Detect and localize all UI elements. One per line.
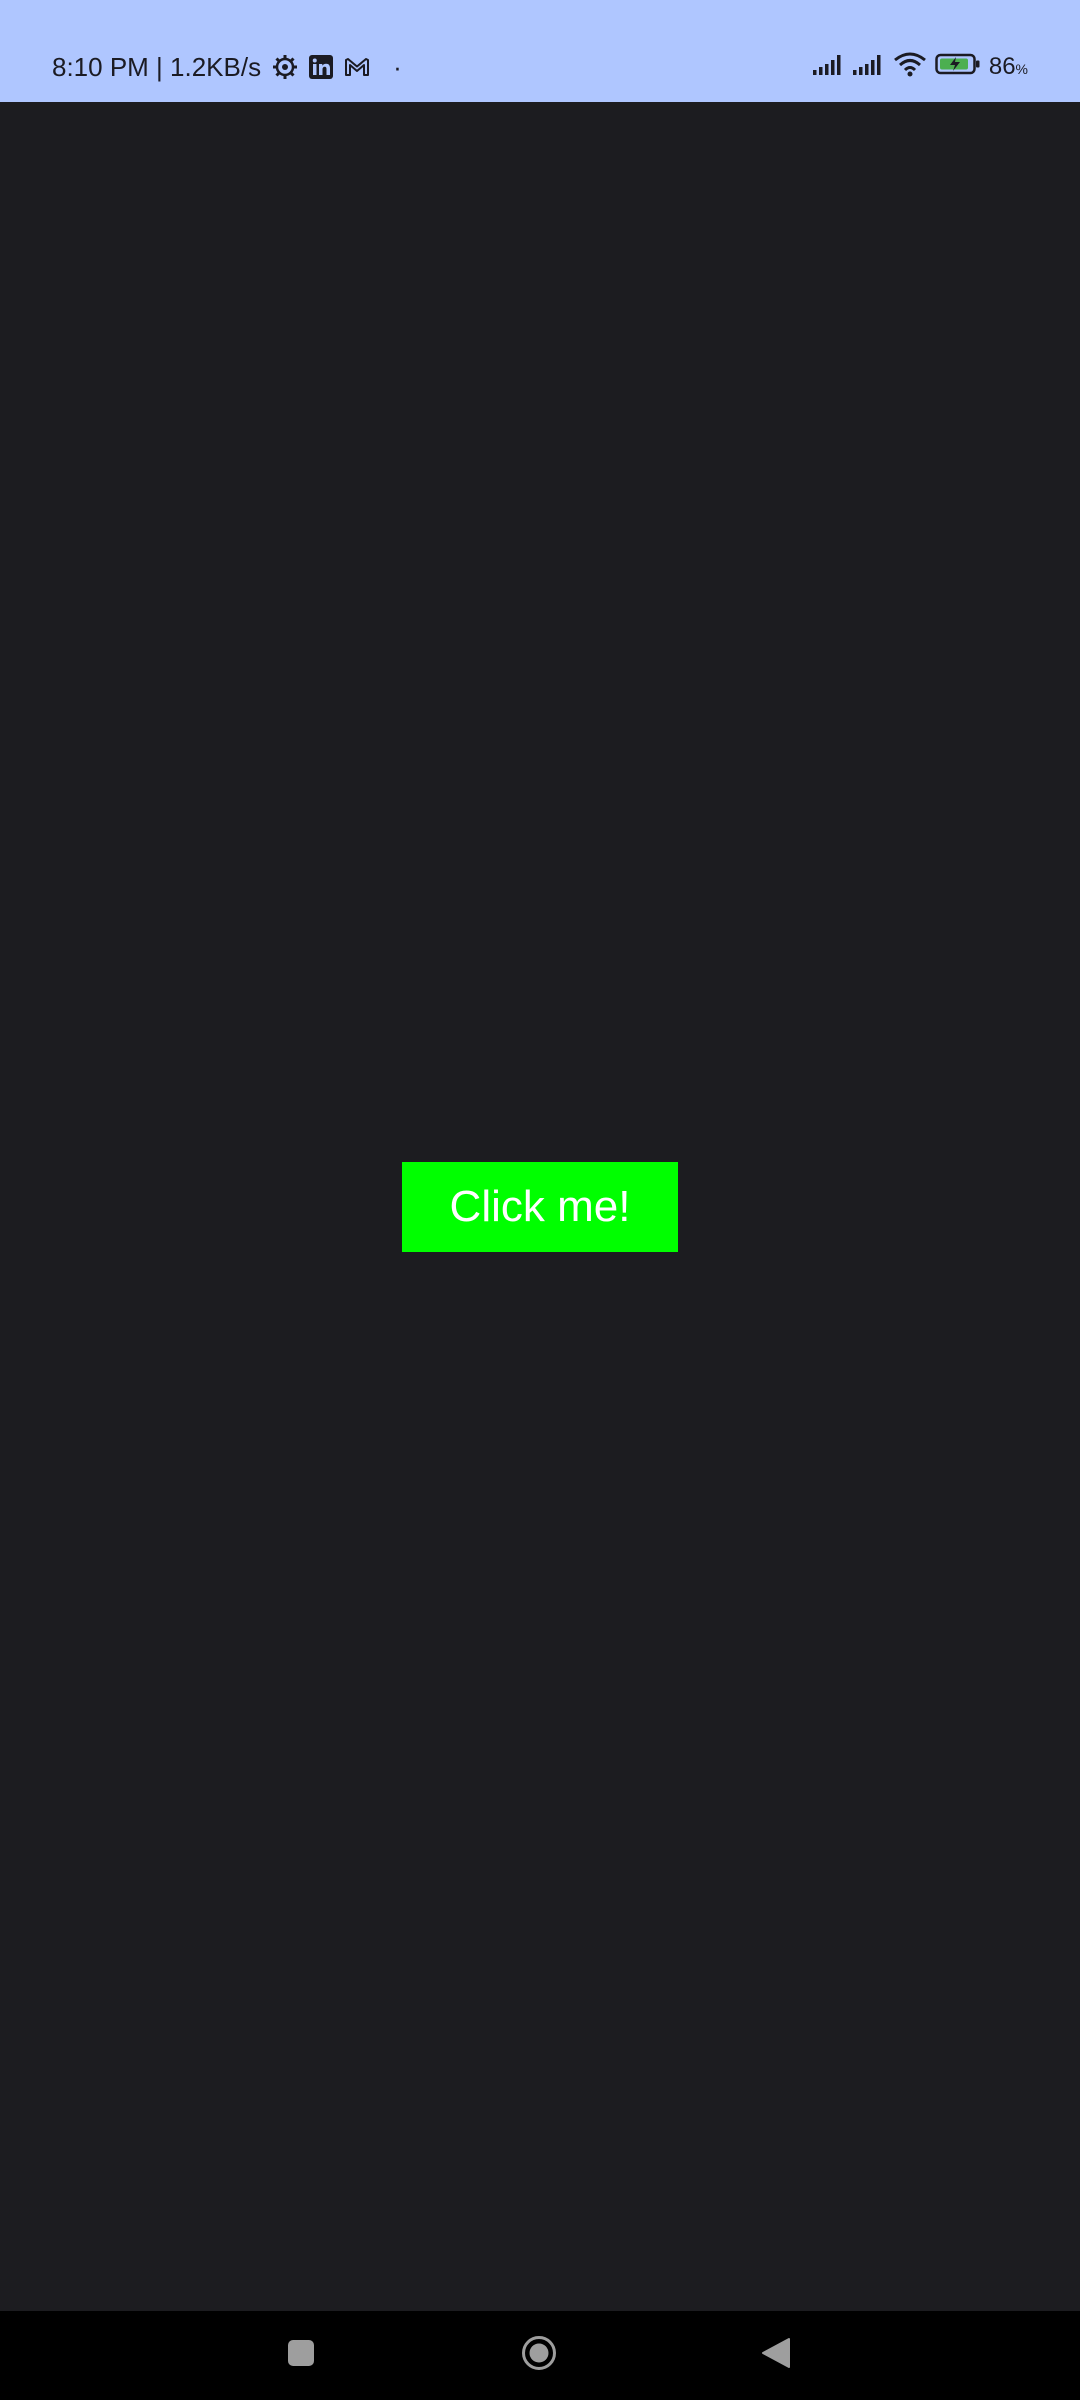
status-right: 86% bbox=[812, 50, 1028, 84]
battery-percent: 86% bbox=[989, 53, 1028, 81]
status-dot: · bbox=[393, 51, 402, 82]
back-triangle-icon bbox=[761, 2337, 791, 2374]
cellular-signal-icon bbox=[812, 53, 845, 82]
cellular-signal-icon bbox=[852, 53, 885, 82]
settings-gear-icon bbox=[271, 53, 299, 81]
battery-percent-unit: % bbox=[1015, 61, 1028, 77]
recents-button[interactable] bbox=[241, 2311, 361, 2400]
wifi-icon bbox=[893, 51, 927, 84]
back-button[interactable] bbox=[716, 2311, 836, 2400]
linkedin-icon bbox=[307, 53, 335, 81]
gmail-icon bbox=[343, 53, 371, 81]
navigation-bar bbox=[0, 2311, 1080, 2400]
home-circle-icon bbox=[521, 2335, 557, 2376]
battery-charging-icon bbox=[935, 52, 981, 83]
app-screen: 8:10 PM | 1.2KB/s · 86% Click me! bbox=[0, 0, 1080, 2400]
main-content: Click me! bbox=[0, 102, 1080, 2311]
click-me-button[interactable]: Click me! bbox=[402, 1162, 678, 1252]
recents-square-icon bbox=[287, 2339, 315, 2372]
status-bar: 8:10 PM | 1.2KB/s · 86% bbox=[0, 0, 1080, 102]
battery-percent-value: 86 bbox=[988, 53, 1016, 80]
status-left: 8:10 PM | 1.2KB/s · bbox=[52, 50, 412, 84]
status-time-speed: 8:10 PM | 1.2KB/s bbox=[52, 51, 262, 82]
home-button[interactable] bbox=[479, 2311, 599, 2400]
